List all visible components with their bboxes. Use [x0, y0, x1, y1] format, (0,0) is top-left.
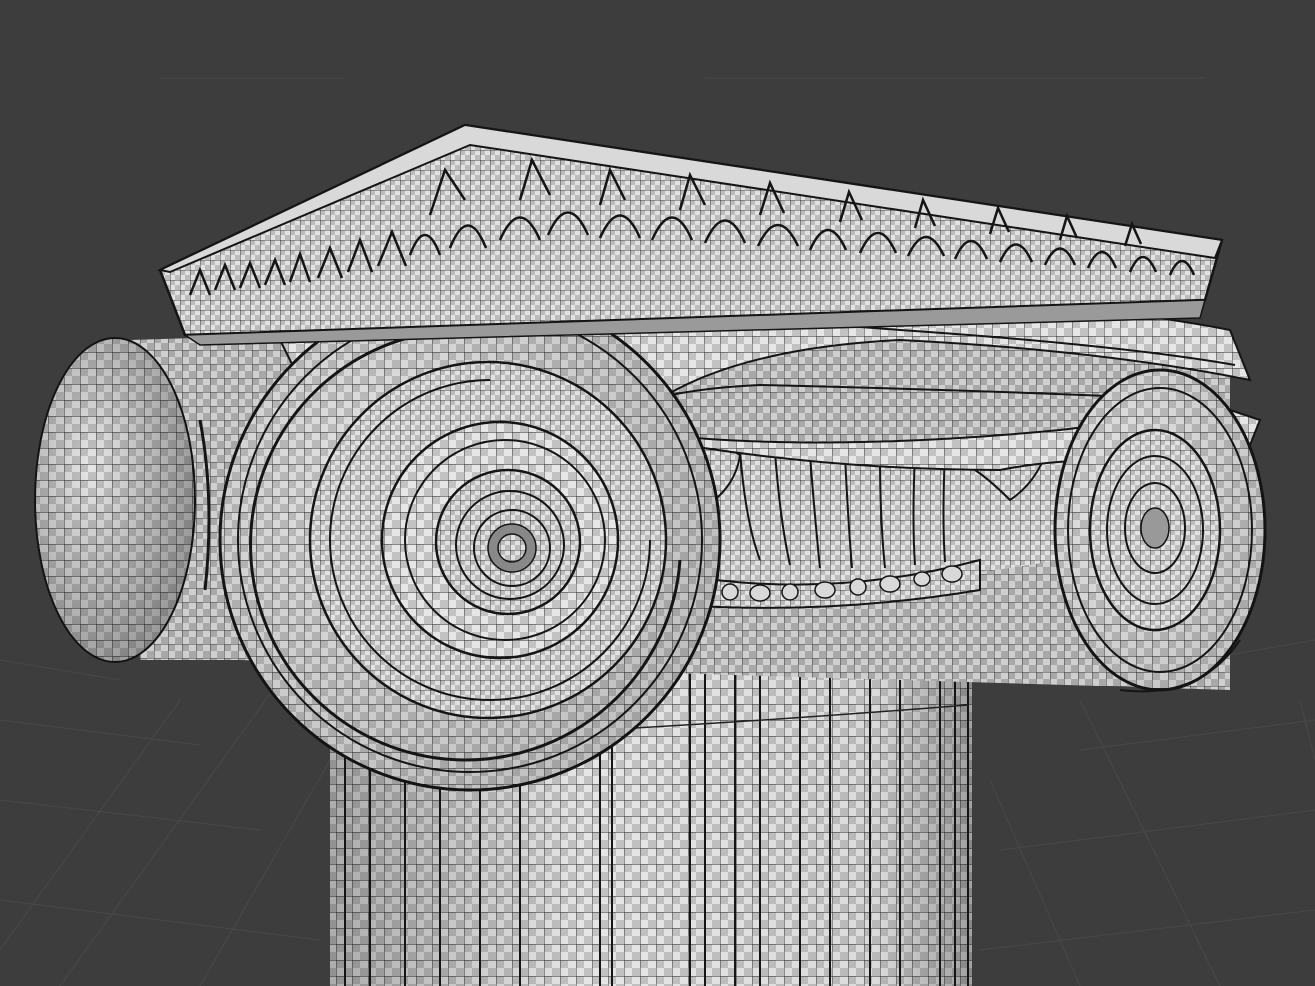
3d-viewport[interactable]	[0, 0, 1315, 986]
viewport-canvas[interactable]	[0, 0, 1315, 986]
right-volute-scroll[interactable]	[1053, 368, 1267, 693]
left-volute-scroll[interactable]	[218, 288, 722, 792]
